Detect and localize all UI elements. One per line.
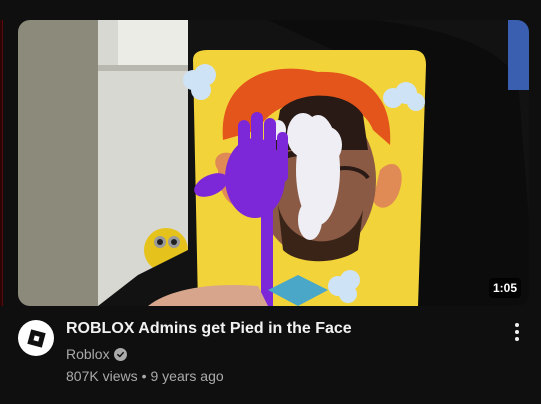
video-title[interactable]: ROBLOX Admins get Pied in the Face bbox=[66, 318, 486, 340]
previous-video-thumbnail-edge[interactable] bbox=[0, 20, 3, 306]
more-vert-icon[interactable] bbox=[505, 320, 529, 344]
verified-check-icon bbox=[113, 347, 127, 361]
video-details: ROBLOX Admins get Pied in the Face Roblo… bbox=[18, 318, 529, 398]
duration-badge: 1:05 bbox=[488, 278, 521, 298]
view-count: 807K views bbox=[66, 368, 138, 384]
channel-avatar[interactable] bbox=[18, 320, 54, 356]
video-meta: ROBLOX Admins get Pied in the Face Roblo… bbox=[66, 318, 486, 386]
channel-row: Roblox bbox=[66, 344, 486, 364]
stats-separator: • bbox=[141, 368, 147, 384]
thumbnail-image bbox=[18, 20, 529, 306]
roblox-logo-icon bbox=[26, 328, 46, 348]
video-stats: 807K views • 9 years ago bbox=[66, 366, 486, 386]
channel-name[interactable]: Roblox bbox=[66, 346, 110, 362]
upload-age: 9 years ago bbox=[150, 368, 224, 384]
video-thumbnail[interactable]: 1:05 bbox=[18, 20, 529, 306]
